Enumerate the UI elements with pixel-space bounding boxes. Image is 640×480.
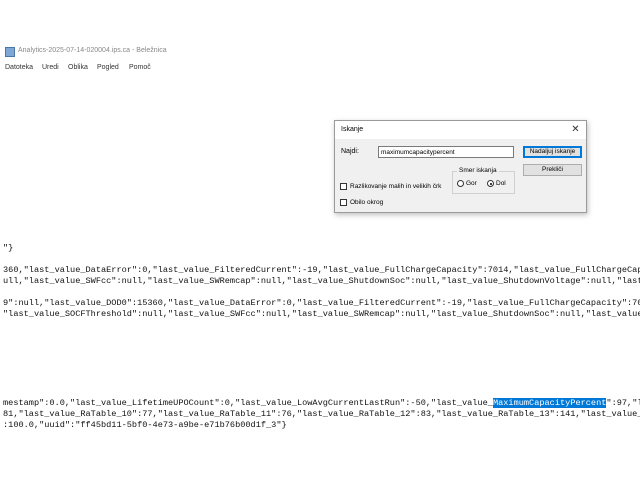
match-case-checkbox[interactable] — [340, 183, 347, 190]
radio-up[interactable] — [457, 180, 464, 187]
match-case-label: Razlikovanje malih in velikih črk — [350, 183, 442, 190]
text-line: 9":null,"last_value_DOD0":15360,"last_va… — [3, 298, 640, 308]
text-line: 81,"last_value_RaTable_10":77,"last_valu… — [3, 409, 640, 419]
dialog-title: Iskanje — [341, 126, 364, 133]
close-icon[interactable]: ✕ — [569, 123, 582, 136]
blank-area — [0, 440, 640, 480]
text-line: 360,"last_value_DataError":0,"last_value… — [3, 265, 640, 275]
text-line: "} — [3, 243, 14, 253]
notepad-icon — [5, 47, 15, 57]
wrap-around-label: Obilo okrog — [350, 199, 384, 206]
text-line: ull,"last_value_SWFcc":null,"last_value_… — [3, 276, 640, 286]
menu-bar: Datoteka Uredi Oblika Pogled Pomoč — [0, 61, 640, 77]
text-line-with-match: mestamp":0.0,"last_value_LifetimeUPOCoun… — [3, 398, 640, 408]
window-title: Analytics-2025-07-14-020004.ips.ca - Bel… — [18, 47, 167, 54]
radio-down-label: Dol — [496, 180, 506, 187]
menu-format[interactable]: Oblika — [68, 64, 88, 71]
find-next-button[interactable]: Nadaljuj iskanje — [523, 146, 582, 158]
menu-file[interactable]: Datoteka — [5, 64, 33, 71]
text-line: :100.0,"uuid":"ff45bd11-5bf0-4e73-a9be-e… — [3, 420, 287, 430]
cancel-button[interactable]: Prekliči — [523, 164, 582, 176]
wrap-around-checkbox[interactable] — [340, 199, 347, 206]
find-label: Najdi: — [341, 148, 359, 155]
menu-help[interactable]: Pomoč — [129, 64, 151, 71]
find-dialog: Iskanje ✕ Najdi: Nadaljuj iskanje Prekli… — [334, 120, 587, 213]
radio-up-label: Gor — [466, 180, 477, 187]
menu-edit[interactable]: Uredi — [42, 64, 59, 71]
dialog-titlebar: Iskanje ✕ — [335, 121, 586, 139]
text-before-match: mestamp":0.0,"last_value_LifetimeUPOCoun… — [3, 398, 493, 408]
search-match-highlight: MaximumCapacityPercent — [492, 398, 607, 408]
text-line: "last_value_SOCFThreshold":null,"last_va… — [3, 309, 640, 319]
search-input[interactable] — [378, 146, 514, 158]
direction-label: Smer iskanja — [457, 167, 499, 174]
radio-down[interactable] — [487, 180, 494, 187]
menu-view[interactable]: Pogled — [97, 64, 119, 71]
text-after-match: ":97,"last_val — [606, 398, 640, 408]
window-titlebar: Analytics-2025-07-14-020004.ips.ca - Bel… — [0, 44, 640, 60]
